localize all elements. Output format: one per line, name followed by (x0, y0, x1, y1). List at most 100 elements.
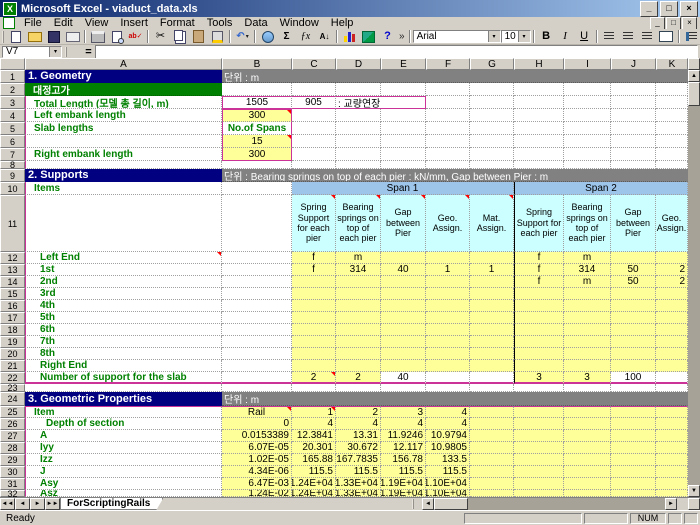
open-button[interactable] (25, 29, 44, 44)
cell-C11[interactable]: Spring Support for each pier (292, 195, 336, 252)
row-header-6[interactable]: 6 (0, 135, 25, 148)
cell-F13[interactable]: 1 (426, 264, 470, 276)
cell-I26[interactable] (564, 418, 611, 430)
cell-K29[interactable] (656, 454, 688, 466)
formula-input[interactable] (95, 45, 698, 59)
cell-B28[interactable]: 6.07E-05 (222, 442, 292, 454)
cell-A13[interactable]: 1st (25, 264, 222, 276)
cell-G22[interactable] (470, 372, 514, 384)
format-painter-button[interactable] (208, 29, 227, 44)
cell-G16[interactable] (470, 300, 514, 312)
cell-A6[interactable] (25, 135, 222, 148)
cell-A15[interactable]: 3rd (25, 288, 222, 300)
cell-G20[interactable] (470, 348, 514, 360)
column-header-A[interactable]: A (25, 58, 222, 70)
cell-H21[interactable] (514, 360, 564, 372)
cell-J13[interactable]: 50 (611, 264, 656, 276)
cell-B9[interactable]: 단위 : Bearing springs on top of each pier… (222, 169, 688, 182)
cell-B17[interactable] (222, 312, 292, 324)
cell-A21[interactable]: Right End (25, 360, 222, 372)
cell-G18[interactable] (470, 324, 514, 336)
cell-D21[interactable] (336, 360, 381, 372)
toolbar-grip[interactable] (2, 31, 4, 43)
cell-F30[interactable]: 115.5 (426, 466, 470, 478)
workbook-close-button[interactable]: × (682, 17, 697, 30)
row-header-9[interactable]: 9 (0, 169, 25, 182)
cell-E13[interactable]: 40 (381, 264, 426, 276)
cell-K6[interactable] (656, 135, 688, 148)
cell-G29[interactable] (470, 454, 514, 466)
cell-E17[interactable] (381, 312, 426, 324)
cell-F21[interactable] (426, 360, 470, 372)
cell-F3[interactable] (426, 96, 470, 109)
cell-C22[interactable]: 2 (292, 372, 336, 384)
next-sheet-button[interactable]: ► (30, 498, 45, 510)
cell-F32[interactable]: 1.10E+04 (426, 490, 470, 497)
cell-A7[interactable]: Right embank length (25, 148, 222, 161)
scroll-up-icon[interactable]: ▲ (688, 70, 700, 82)
cell-B20[interactable] (222, 348, 292, 360)
cell-D4[interactable] (336, 109, 381, 122)
cell-F29[interactable]: 133.5 (426, 454, 470, 466)
cell-E21[interactable] (381, 360, 426, 372)
cell-E2[interactable] (381, 83, 426, 96)
cell-H8[interactable] (514, 161, 564, 169)
cell-C29[interactable]: 165.88 (292, 454, 336, 466)
cell-G30[interactable] (470, 466, 514, 478)
cell-B8[interactable] (222, 161, 292, 169)
cell-D19[interactable] (336, 336, 381, 348)
cell-J29[interactable] (611, 454, 656, 466)
cell-A22[interactable]: Number of support for the slab (25, 372, 222, 384)
cell-I7[interactable] (564, 148, 611, 161)
cell-G15[interactable] (470, 288, 514, 300)
cell-H18[interactable] (514, 324, 564, 336)
cell-D13[interactable]: 314 (336, 264, 381, 276)
sheet-tab[interactable]: ForScriptingRails (60, 498, 163, 510)
cell-D2[interactable] (336, 83, 381, 96)
cell-E12[interactable] (381, 252, 426, 264)
cell-J18[interactable] (611, 324, 656, 336)
cell-D30[interactable]: 115.5 (336, 466, 381, 478)
cell-H12[interactable]: f (514, 252, 564, 264)
cell-H13[interactable]: f (514, 264, 564, 276)
cell-J12[interactable] (611, 252, 656, 264)
row-header-5[interactable]: 5 (0, 122, 25, 135)
menu-view[interactable]: View (79, 17, 115, 29)
cell-C21[interactable] (292, 360, 336, 372)
cell-G25[interactable] (470, 406, 514, 418)
column-header-B[interactable]: B (222, 58, 292, 70)
print-preview-button[interactable] (107, 29, 126, 44)
cell-A17[interactable]: 5th (25, 312, 222, 324)
cell-J6[interactable] (611, 135, 656, 148)
align-right-button[interactable] (638, 29, 657, 44)
cell-I30[interactable] (564, 466, 611, 478)
row-header-26[interactable]: 26 (0, 418, 25, 430)
cell-D32[interactable]: 1.33E+04 (336, 490, 381, 497)
cell-E22[interactable]: 40 (381, 372, 426, 384)
cell-I2[interactable] (564, 83, 611, 96)
cell-H27[interactable] (514, 430, 564, 442)
row-header-17[interactable]: 17 (0, 312, 25, 324)
cell-K18[interactable] (656, 324, 688, 336)
cell-E28[interactable]: 12.117 (381, 442, 426, 454)
bold-button[interactable]: B (537, 29, 556, 44)
cell-F12[interactable] (426, 252, 470, 264)
cell-G21[interactable] (470, 360, 514, 372)
cell-K13[interactable]: 2 (656, 264, 688, 276)
tab-split-handle[interactable] (412, 499, 420, 509)
cell-H19[interactable] (514, 336, 564, 348)
cell-C20[interactable] (292, 348, 336, 360)
minimize-button[interactable]: _ (640, 1, 658, 17)
cell-E29[interactable]: 156.78 (381, 454, 426, 466)
cell-K3[interactable] (656, 96, 688, 109)
cell-A1[interactable]: 1. Geometry (25, 70, 222, 83)
restore-button[interactable]: □ (660, 1, 678, 17)
row-header-1[interactable]: 1 (0, 70, 25, 83)
cell-H28[interactable] (514, 442, 564, 454)
cell-A12[interactable]: Left End (25, 252, 222, 264)
row-header-28[interactable]: 28 (0, 442, 25, 454)
cell-D26[interactable]: 4 (336, 418, 381, 430)
cell-D3[interactable]: : 교량연장 (336, 96, 426, 109)
row-header-27[interactable]: 27 (0, 430, 25, 442)
scroll-down-icon[interactable]: ▼ (688, 485, 700, 497)
